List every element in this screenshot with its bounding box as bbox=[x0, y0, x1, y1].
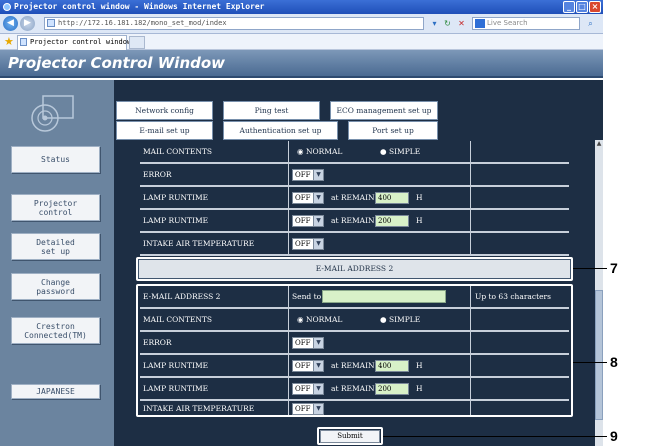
dropdown-icon[interactable]: ▾ bbox=[428, 17, 441, 30]
lamp-runtime-label: LAMP RUNTIME bbox=[143, 216, 209, 225]
japanese-button[interactable]: JAPANESE bbox=[11, 384, 100, 399]
lamp-runtime-label: LAMP RUNTIME bbox=[143, 193, 209, 202]
intake-air-temperature-label: INTAKE AIR TEMPERATURE bbox=[143, 239, 255, 248]
callout-box-8 bbox=[136, 284, 573, 417]
error-label: ERROR bbox=[143, 170, 172, 179]
stop-icon[interactable]: ✕ bbox=[455, 17, 468, 30]
radio-simple[interactable]: ● SIMPLE bbox=[380, 141, 420, 162]
maximize-icon[interactable]: □ bbox=[576, 1, 588, 13]
detailed-set-up-button[interactable]: Detailed set up bbox=[11, 233, 100, 260]
select-value: OFF bbox=[295, 217, 311, 225]
remain-hours-input[interactable]: 200 bbox=[375, 215, 409, 227]
callout-box-9 bbox=[317, 427, 383, 445]
vertical-scrollbar[interactable]: ▲ bbox=[595, 140, 603, 446]
at-remain-label: at REMAIN bbox=[331, 193, 375, 202]
remain-hours-input[interactable]: 400 bbox=[375, 192, 409, 204]
search-icon[interactable]: ⌕ bbox=[584, 17, 597, 30]
radio-normal-label: NORMAL bbox=[305, 147, 343, 156]
address-bar: ◀ ▶ http://172.16.181.182/mono_set_mod/i… bbox=[0, 14, 603, 34]
callout-box-7 bbox=[136, 257, 573, 281]
radio-normal[interactable]: ◉ NORMAL bbox=[297, 141, 342, 162]
radio-simple-label: SIMPLE bbox=[388, 147, 421, 156]
crestron-connected-button[interactable]: Crestron Connected(TM) bbox=[11, 317, 100, 344]
search-placeholder: Live Search bbox=[487, 19, 528, 27]
mail-contents-label: MAIL CONTENTS bbox=[143, 147, 213, 156]
chevron-down-icon: ▼ bbox=[313, 216, 323, 226]
tab-authentication-set-up[interactable]: Authentication set up bbox=[223, 121, 338, 140]
window-title: Projector control window - Windows Inter… bbox=[14, 2, 265, 11]
ie-icon bbox=[3, 3, 11, 11]
window-titlebar: Projector control window - Windows Inter… bbox=[0, 0, 603, 14]
url-field[interactable]: http://172.16.181.182/mono_set_mod/index bbox=[44, 17, 424, 30]
chevron-down-icon: ▼ bbox=[313, 239, 323, 249]
tab-email-set-up[interactable]: E-mail set up bbox=[116, 121, 213, 140]
callout-number-7: 7 bbox=[610, 260, 618, 276]
window-controls: _ □ × bbox=[563, 1, 601, 13]
status-button[interactable]: Status bbox=[11, 146, 100, 173]
hours-unit: H bbox=[416, 216, 423, 225]
search-input[interactable]: Live Search bbox=[472, 17, 580, 30]
select-value: OFF bbox=[295, 171, 311, 179]
select-value: OFF bbox=[295, 240, 311, 248]
projector-control-button[interactable]: Projector control bbox=[11, 194, 100, 221]
email-address-1-table: MAIL CONTENTS ◉ NORMAL ● SIMPLE ERROR OF… bbox=[140, 141, 569, 256]
table-row: LAMP RUNTIME OFF ▼ at REMAIN 200 H bbox=[140, 210, 569, 233]
callout-number-8: 8 bbox=[610, 354, 618, 370]
tab-port-set-up[interactable]: Port set up bbox=[348, 121, 438, 140]
url-text: http://172.16.181.182/mono_set_mod/index bbox=[58, 19, 227, 27]
table-row: MAIL CONTENTS ◉ NORMAL ● SIMPLE bbox=[140, 141, 569, 164]
tab-eco-management[interactable]: ECO management set up bbox=[330, 101, 438, 120]
projector-logo-icon bbox=[31, 95, 74, 132]
table-row: ERROR OFF ▼ bbox=[140, 164, 569, 187]
sidebar: Status Projector control Detailed set up… bbox=[0, 80, 114, 446]
error-select[interactable]: OFF ▼ bbox=[292, 169, 324, 181]
forward-icon[interactable]: ▶ bbox=[20, 16, 35, 31]
refresh-icon[interactable]: ↻ bbox=[441, 17, 454, 30]
intake-air-temperature-select[interactable]: OFF ▼ bbox=[292, 238, 324, 250]
table-row: LAMP RUNTIME OFF ▼ at REMAIN 400 H bbox=[140, 187, 569, 210]
tab-network-config[interactable]: Network config bbox=[116, 101, 213, 120]
favorites-bar: ★ Projector control window bbox=[0, 34, 603, 50]
close-icon[interactable]: × bbox=[589, 1, 601, 13]
tab-ping-test[interactable]: Ping test bbox=[223, 101, 320, 120]
chevron-down-icon: ▼ bbox=[313, 193, 323, 203]
callout-line-8 bbox=[573, 362, 607, 363]
browser-tab[interactable]: Projector control window bbox=[17, 35, 131, 50]
callout-number-9: 9 bbox=[610, 428, 618, 444]
callout-line-9 bbox=[383, 436, 607, 437]
at-remain-label: at REMAIN bbox=[331, 216, 375, 225]
new-tab-button[interactable] bbox=[129, 36, 145, 49]
scroll-up-icon[interactable]: ▲ bbox=[595, 140, 603, 148]
lamp-runtime-select[interactable]: OFF ▼ bbox=[292, 215, 324, 227]
tab-label: Projector control window bbox=[30, 38, 132, 46]
lamp-runtime-select[interactable]: OFF ▼ bbox=[292, 192, 324, 204]
back-icon[interactable]: ◀ bbox=[3, 16, 18, 31]
callout-line-7 bbox=[573, 268, 607, 269]
favorites-star-icon[interactable]: ★ bbox=[4, 35, 14, 49]
table-row: INTAKE AIR TEMPERATURE OFF ▼ bbox=[140, 233, 569, 256]
minimize-icon[interactable]: _ bbox=[563, 1, 575, 13]
app-header: Projector Control Window bbox=[0, 50, 603, 78]
chevron-down-icon: ▼ bbox=[313, 170, 323, 180]
page-icon bbox=[20, 38, 27, 46]
page-icon bbox=[47, 19, 55, 27]
scrollbar-thumb[interactable] bbox=[595, 290, 603, 420]
live-search-icon bbox=[475, 19, 485, 28]
select-value: OFF bbox=[295, 194, 311, 202]
hours-unit: H bbox=[416, 193, 423, 202]
change-password-button[interactable]: Change password bbox=[11, 273, 100, 300]
